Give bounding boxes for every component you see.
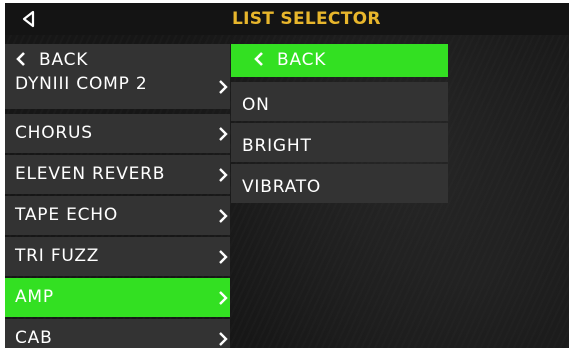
list-item[interactable]: DYNIII COMP 2 [5, 74, 230, 109]
back-text: BACK [277, 50, 327, 70]
chevron-right-icon [219, 127, 228, 141]
option-label: BRIGHT [242, 136, 312, 156]
chevron-right-icon [219, 80, 228, 94]
option-item[interactable]: BRIGHT [231, 123, 448, 162]
list-item[interactable]: ELEVEN REVERB [5, 155, 230, 194]
triangle-left-icon[interactable] [19, 9, 39, 29]
list-item-label: ELEVEN REVERB [15, 164, 166, 184]
list-selector-screen: LIST SELECTOR BACK DYNIII COMP 2 CHORUS … [5, 3, 569, 348]
list-item[interactable]: CAB [5, 319, 230, 348]
right-back-item[interactable]: BACK [231, 44, 448, 77]
list-item-selected[interactable]: AMP [5, 278, 230, 317]
option-item[interactable]: ON [231, 82, 448, 121]
chevron-right-icon [219, 291, 228, 305]
parameter-list: BACK ON BRIGHT VIBRATO [231, 44, 448, 205]
list-item[interactable]: TAPE ECHO [5, 196, 230, 235]
chevron-left-icon [254, 52, 263, 66]
list-item[interactable]: TRI FUZZ [5, 237, 230, 276]
list-item-label: TRI FUZZ [15, 246, 100, 266]
option-label: ON [242, 95, 270, 115]
list-item[interactable]: CHORUS [5, 114, 230, 153]
page-title: LIST SELECTOR [232, 9, 381, 29]
title-bar: LIST SELECTOR [5, 3, 569, 35]
chevron-right-icon [219, 168, 228, 182]
list-item-label: CAB [15, 328, 53, 348]
right-back-label: BACK [253, 44, 326, 77]
list-item-label: DYNIII COMP 2 [15, 74, 148, 94]
option-item[interactable]: VIBRATO [231, 164, 448, 203]
list-item-label: TAPE ECHO [15, 205, 119, 225]
list-item-label: AMP [15, 287, 54, 307]
chevron-left-icon [16, 52, 25, 66]
chevron-right-icon [219, 250, 228, 264]
chevron-right-icon [219, 209, 228, 223]
option-label: VIBRATO [242, 177, 322, 197]
effect-list: BACK DYNIII COMP 2 CHORUS ELEVEN REVERB … [5, 44, 230, 348]
chevron-right-icon [219, 332, 228, 346]
list-item-label: CHORUS [15, 123, 93, 143]
